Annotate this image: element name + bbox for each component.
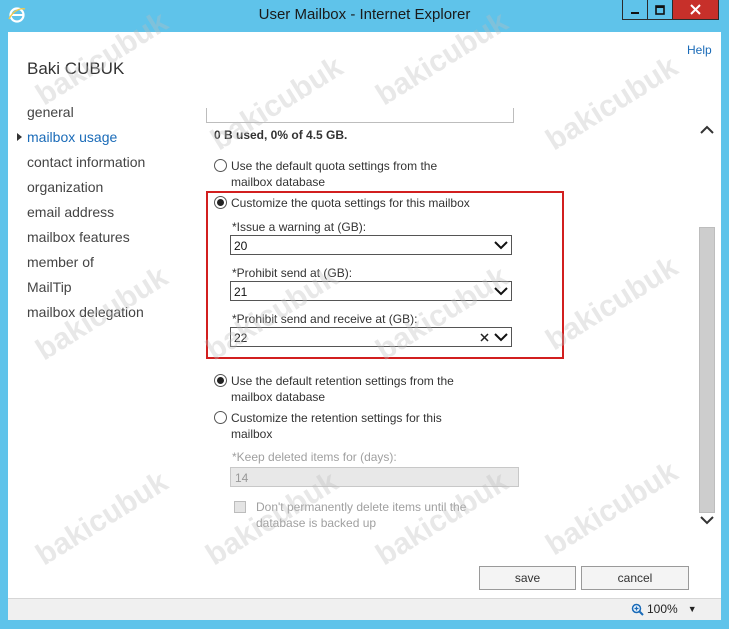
selected-arrow-icon xyxy=(17,133,22,141)
sidebar-nav: general mailbox usage contact informatio… xyxy=(17,104,145,329)
chevron-down-icon[interactable] xyxy=(700,515,714,525)
window-title: User Mailbox - Internet Explorer xyxy=(258,6,471,23)
page-title: Baki CUBUK xyxy=(27,59,125,78)
nav-item-mailbox-usage[interactable]: mailbox usage xyxy=(17,129,145,154)
prohibit-send-receive-select[interactable]: 22 xyxy=(230,327,512,347)
warning-label: *Issue a warning at (GB): xyxy=(232,220,367,234)
help-link[interactable]: Help xyxy=(687,43,712,57)
keep-deleted-input: 14 xyxy=(230,467,519,487)
quota-default-label: Use the default quota settings from the … xyxy=(231,159,438,189)
retention-custom-radio[interactable] xyxy=(214,411,227,424)
warning-value: 20 xyxy=(234,239,248,253)
nav-item-mailtip[interactable]: MailTip xyxy=(27,279,145,304)
retention-custom-label: Customize the retention settings for thi… xyxy=(231,411,442,441)
watermark: bakicubuk xyxy=(540,455,684,562)
prohibit-send-value: 21 xyxy=(234,285,248,299)
dropdown-caret-icon: ▼ xyxy=(687,604,697,614)
quota-custom-radio[interactable] xyxy=(214,196,227,209)
retention-default-option[interactable]: Use the default retention settings from … xyxy=(214,373,467,405)
prohibit-send-receive-value: 22 xyxy=(234,331,248,345)
nav-item-label: mailbox usage xyxy=(27,129,118,145)
nav-item-organization[interactable]: organization xyxy=(27,179,145,204)
prohibit-send-label: *Prohibit send at (GB): xyxy=(232,266,353,280)
status-bar: 100% ▼ xyxy=(8,598,721,620)
page-content: Help Baki CUBUK general mailbox usage co… xyxy=(8,5,721,620)
keep-deleted-value: 14 xyxy=(235,471,249,485)
close-icon xyxy=(690,4,701,15)
zoom-control[interactable]: 100% ▼ xyxy=(631,602,697,616)
zoom-icon xyxy=(631,603,644,616)
watermark: bakicubuk xyxy=(540,50,684,157)
clear-icon[interactable] xyxy=(480,333,489,342)
scrollbar-thumb[interactable] xyxy=(699,227,715,513)
prohibit-send-receive-label: *Prohibit send and receive at (GB): xyxy=(232,312,418,326)
retention-default-label: Use the default retention settings from … xyxy=(231,374,454,404)
watermark: bakicubuk xyxy=(30,465,174,572)
dont-delete-option: Don't permanently delete items until the… xyxy=(234,499,486,531)
quota-default-radio[interactable] xyxy=(214,159,227,172)
usage-summary: 0 B used, 0% of 4.5 GB. xyxy=(214,128,348,142)
maximize-icon xyxy=(655,4,665,15)
cancel-button[interactable]: cancel xyxy=(581,566,689,590)
save-button[interactable]: save xyxy=(479,566,576,590)
chevron-up-icon[interactable] xyxy=(700,125,714,135)
nav-item-mailbox-delegation[interactable]: mailbox delegation xyxy=(27,304,145,329)
quota-default-option[interactable]: Use the default quota settings from the … xyxy=(214,158,471,190)
title-bar: User Mailbox - Internet Explorer xyxy=(0,0,729,32)
zoom-level: 100% xyxy=(647,602,678,616)
quota-custom-label: Customize the quota settings for this ma… xyxy=(231,196,470,210)
nav-item-member-of[interactable]: member of xyxy=(27,254,145,279)
nav-item-contact-information[interactable]: contact information xyxy=(27,154,145,179)
quota-custom-option[interactable]: Customize the quota settings for this ma… xyxy=(214,195,531,211)
usage-bar-box xyxy=(206,108,514,123)
chevron-down-icon xyxy=(494,241,508,250)
maximize-button[interactable] xyxy=(647,0,673,20)
nav-item-mailbox-features[interactable]: mailbox features xyxy=(27,229,145,254)
minimize-button[interactable] xyxy=(622,0,648,20)
nav-item-general[interactable]: general xyxy=(27,104,145,129)
nav-item-email-address[interactable]: email address xyxy=(27,204,145,229)
dont-delete-checkbox xyxy=(234,501,246,513)
content-area: Help Baki CUBUK general mailbox usage co… xyxy=(8,5,721,620)
keep-deleted-label: *Keep deleted items for (days): xyxy=(232,450,397,464)
warning-select[interactable]: 20 xyxy=(230,235,512,255)
chevron-down-icon xyxy=(494,287,508,296)
prohibit-send-select[interactable]: 21 xyxy=(230,281,512,301)
minimize-icon xyxy=(631,11,639,14)
chevron-down-icon xyxy=(494,333,508,342)
retention-default-radio[interactable] xyxy=(214,374,227,387)
close-button[interactable] xyxy=(672,0,719,20)
retention-custom-option[interactable]: Customize the retention settings for thi… xyxy=(214,410,457,442)
dont-delete-label: Don't permanently delete items until the… xyxy=(256,500,467,530)
scrollbar[interactable] xyxy=(698,121,716,531)
